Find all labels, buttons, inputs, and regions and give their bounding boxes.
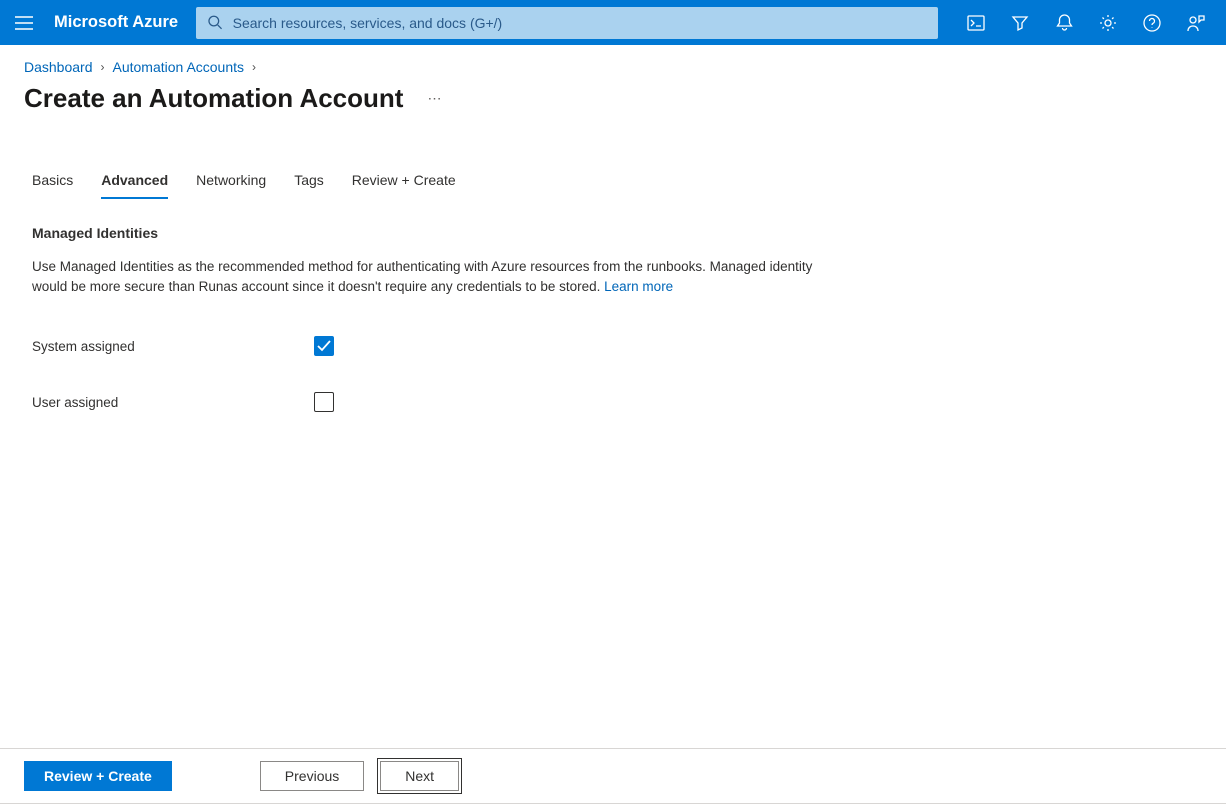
help-icon xyxy=(1143,14,1161,32)
field-user-assigned: User assigned xyxy=(32,392,848,412)
feedback-button[interactable] xyxy=(1174,0,1218,45)
checkbox-system-assigned[interactable] xyxy=(314,336,334,356)
tab-tags[interactable]: Tags xyxy=(294,172,324,199)
label-system-assigned: System assigned xyxy=(32,339,314,354)
filter-icon xyxy=(1011,14,1029,32)
footer: Review + Create Previous Next xyxy=(0,748,1226,804)
gear-icon xyxy=(1099,14,1117,32)
brand-label: Microsoft Azure xyxy=(48,13,196,32)
chevron-right-icon: › xyxy=(252,60,256,74)
tab-review-create[interactable]: Review + Create xyxy=(352,172,456,199)
bell-icon xyxy=(1056,14,1073,32)
more-actions-button[interactable]: ⋯ xyxy=(427,90,442,107)
tabs: Basics Advanced Networking Tags Review +… xyxy=(0,114,1226,199)
cloud-shell-icon xyxy=(967,15,985,31)
field-system-assigned: System assigned xyxy=(32,336,848,356)
content: Managed Identities Use Managed Identitie… xyxy=(0,199,880,412)
cloud-shell-button[interactable] xyxy=(954,0,998,45)
hamburger-icon xyxy=(15,16,33,30)
page-title-row: Create an Automation Account ⋯ xyxy=(0,75,1226,114)
tab-advanced[interactable]: Advanced xyxy=(101,172,168,199)
nav-button-group: Previous Next xyxy=(260,761,459,791)
check-icon xyxy=(317,340,331,352)
tab-networking[interactable]: Networking xyxy=(196,172,266,199)
top-icons xyxy=(938,0,1226,45)
label-user-assigned: User assigned xyxy=(32,395,314,410)
search-input[interactable] xyxy=(231,14,926,32)
page-title: Create an Automation Account xyxy=(24,83,403,114)
notifications-button[interactable] xyxy=(1042,0,1086,45)
review-create-button[interactable]: Review + Create xyxy=(24,761,172,791)
description-text: Use Managed Identities as the recommende… xyxy=(32,259,812,294)
checkbox-user-assigned[interactable] xyxy=(314,392,334,412)
next-button[interactable]: Next xyxy=(380,761,459,791)
person-feedback-icon xyxy=(1187,14,1205,32)
breadcrumb-link-automation-accounts[interactable]: Automation Accounts xyxy=(113,59,245,75)
learn-more-link[interactable]: Learn more xyxy=(604,279,673,294)
breadcrumb-link-dashboard[interactable]: Dashboard xyxy=(24,59,93,75)
search-wrap xyxy=(196,0,938,45)
settings-button[interactable] xyxy=(1086,0,1130,45)
directory-filter-button[interactable] xyxy=(998,0,1042,45)
section-heading-managed-identities: Managed Identities xyxy=(32,225,848,241)
menu-button[interactable] xyxy=(0,0,48,45)
tab-basics[interactable]: Basics xyxy=(32,172,73,199)
chevron-right-icon: › xyxy=(101,60,105,74)
previous-button[interactable]: Previous xyxy=(260,761,364,791)
search-icon xyxy=(208,15,223,30)
top-bar: Microsoft Azure xyxy=(0,0,1226,45)
search-box[interactable] xyxy=(196,7,938,39)
breadcrumb: Dashboard › Automation Accounts › xyxy=(0,45,1226,75)
help-button[interactable] xyxy=(1130,0,1174,45)
section-description: Use Managed Identities as the recommende… xyxy=(32,257,848,296)
